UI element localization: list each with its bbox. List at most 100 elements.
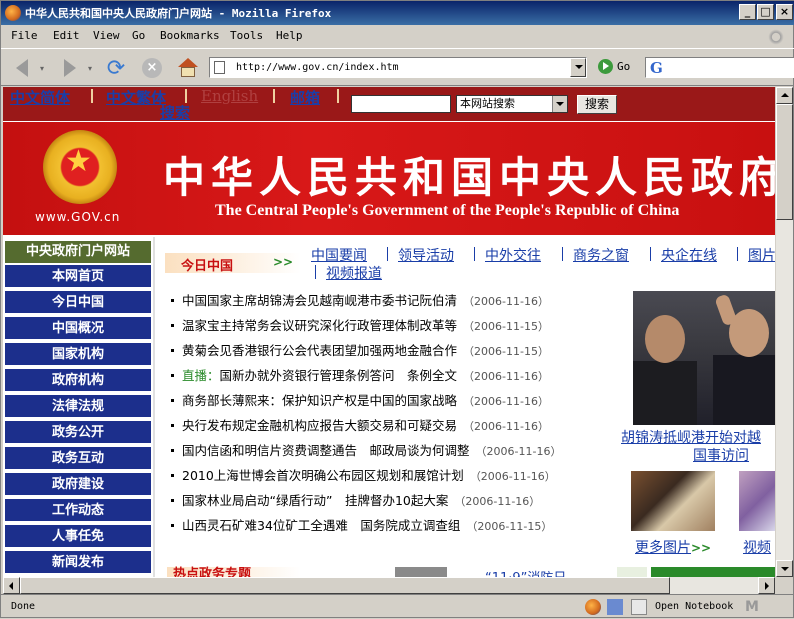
go-icon	[598, 59, 613, 74]
sidebar-item-laws[interactable]: 法律法规	[5, 395, 151, 419]
tab-separator	[315, 265, 316, 279]
maximize-button[interactable]: □	[757, 4, 774, 20]
back-history-dropdown[interactable]: ▾	[37, 55, 47, 81]
more-pictures-link[interactable]: 更多图片>>	[635, 537, 711, 557]
menu-file[interactable]: File	[11, 29, 38, 42]
scroll-left-button[interactable]	[3, 577, 20, 594]
google-icon[interactable]: G	[650, 59, 663, 77]
forward-button[interactable]	[57, 55, 83, 81]
sidebar-item-appointments[interactable]: 人事任免	[5, 525, 151, 549]
url-bar[interactable]: http://www.gov.cn/index.htm	[209, 57, 587, 78]
list-item[interactable]: 温家宝主持常务会议研究深化行政管理体制改革等 （2006-11-15）	[167, 315, 627, 339]
window-title: 中华人民共和国中央人民政府门户网站 - Mozilla Firefox	[25, 7, 332, 20]
close-button[interactable]: ×	[776, 4, 793, 20]
sidebar-item-press[interactable]: 新闻发布	[5, 551, 151, 575]
reload-button[interactable]: ⟳	[103, 55, 129, 81]
list-item[interactable]: 黄菊会见香港银行公会代表团望加强两地金融合作 （2006-11-15）	[167, 340, 627, 364]
sidebar-item-home[interactable]: 本网首页	[5, 265, 151, 289]
tab-separator	[650, 247, 651, 261]
tab-soe[interactable]: 央企在线	[661, 245, 717, 265]
link-search[interactable]: 搜索	[160, 102, 190, 123]
page-icon	[214, 61, 225, 74]
search-engine-box[interactable]: G	[645, 57, 794, 78]
link-english[interactable]: English	[201, 87, 258, 105]
extension-icon[interactable]	[607, 599, 623, 615]
scroll-right-button[interactable]	[758, 577, 775, 594]
horizontal-scrollbar[interactable]	[3, 577, 775, 594]
horizontal-scroll-thumb[interactable]	[20, 577, 670, 594]
sidebar-item-overview[interactable]: 中国概况	[5, 317, 151, 341]
tab-leaders[interactable]: 领导活动	[398, 245, 454, 265]
tab-foreign-relations[interactable]: 中外交往	[485, 245, 541, 265]
stop-button[interactable]: ×	[139, 55, 165, 81]
minimize-button[interactable]: _	[739, 4, 756, 20]
list-item[interactable]: 直播：国新办就外资银行管理条例答问 条例全文 （2006-11-16）	[167, 365, 627, 389]
search-scope-value: 本网站搜索	[460, 97, 515, 110]
news-photo[interactable]	[633, 291, 775, 425]
sidebar-title: 中央政府门户网站	[5, 241, 151, 263]
mail-icon[interactable]: M	[745, 599, 761, 615]
list-item[interactable]: 2010上海世博会首次明确公布园区规划和展馆计划 （2006-11-16）	[167, 465, 627, 489]
scroll-up-button[interactable]	[776, 87, 793, 104]
menu-help[interactable]: Help	[276, 29, 303, 42]
tab-pictures[interactable]: 图片	[748, 245, 775, 265]
navigation-toolbar: ▾ ▾ ⟳ × http://www.gov.cn/index.htm Go G	[1, 48, 794, 86]
vertical-scrollbar[interactable]	[776, 87, 793, 577]
list-item[interactable]: 国内信函和明信片资费调整通告 邮政局谈为何调整 （2006-11-16）	[167, 440, 627, 464]
url-text[interactable]: http://www.gov.cn/index.htm	[236, 62, 399, 73]
menu-bar: File Edit View Go Bookmarks Tools Help	[1, 25, 794, 47]
forward-history-dropdown[interactable]: ▾	[85, 55, 95, 81]
list-item[interactable]: 商务部长薄熙来：保护知识产权是中国的国家战略 （2006-11-16）	[167, 390, 627, 414]
open-notebook-link[interactable]: Open Notebook	[655, 601, 733, 612]
go-button[interactable]: Go	[598, 59, 630, 74]
list-item[interactable]: 央行发布规定金融机构应报告大额交易和可疑交易 （2006-11-16）	[167, 415, 627, 439]
list-item[interactable]: 国家林业局启动“绿盾行动” 挂牌督办10起大案 （2006-11-16）	[167, 490, 627, 514]
tab-separator	[474, 247, 475, 261]
menu-view[interactable]: View	[93, 29, 120, 42]
menu-go[interactable]: Go	[132, 29, 145, 42]
back-button[interactable]	[9, 55, 35, 81]
firefox-icon	[5, 5, 21, 21]
site-search-button[interactable]: 搜索	[577, 95, 617, 114]
sidebar-item-open-gov[interactable]: 政务公开	[5, 421, 151, 445]
forward-arrow-icon	[64, 59, 76, 77]
list-item[interactable]: 山西灵石矿难34位矿工全遇难 国务院成立调查组 （2006-11-15）	[167, 515, 627, 539]
tab-video[interactable]: 视频报道	[326, 263, 382, 283]
link-mailbox[interactable]: 邮箱	[290, 87, 320, 108]
link-separator	[273, 89, 275, 103]
video-link[interactable]: 视频	[743, 537, 771, 557]
link-separator	[337, 89, 339, 103]
thumbnail-photo[interactable]	[631, 471, 715, 531]
firefox-status-icon[interactable]	[585, 599, 601, 615]
link-traditional-chinese[interactable]: 中文繁体	[106, 87, 166, 108]
sidebar-item-work-news[interactable]: 工作动态	[5, 499, 151, 523]
tab-separator	[562, 247, 563, 261]
link-simplified-chinese[interactable]: 中文简体	[10, 87, 70, 108]
site-search-input[interactable]	[351, 95, 451, 113]
vertical-scroll-thumb[interactable]	[776, 104, 793, 220]
scroll-down-button[interactable]	[776, 560, 793, 577]
home-button[interactable]	[175, 55, 201, 81]
list-item[interactable]: 中国国家主席胡锦涛会见越南岘港市委书记阮伯清 （2006-11-16）	[167, 290, 627, 314]
thumbnail-video[interactable]	[739, 471, 775, 531]
sidebar-item-gov-building[interactable]: 政府建设	[5, 473, 151, 497]
notebook-icon[interactable]	[631, 599, 647, 615]
menu-edit[interactable]: Edit	[53, 29, 80, 42]
menu-tools[interactable]: Tools	[230, 29, 263, 42]
sidebar-item-today[interactable]: 今日中国	[5, 291, 151, 315]
go-label: Go	[617, 60, 631, 73]
sidebar-item-gov-organs[interactable]: 政府机构	[5, 369, 151, 393]
back-arrow-icon	[16, 59, 28, 77]
today-china-tag[interactable]: 今日中国 >>	[165, 253, 301, 274]
photo-caption-link[interactable]: 胡锦涛抵岘港开始对越	[621, 427, 761, 447]
throbber-icon	[767, 28, 785, 46]
menu-bookmarks[interactable]: Bookmarks	[160, 29, 220, 42]
tab-commerce[interactable]: 商务之窗	[573, 245, 629, 265]
photo-caption-link-line2[interactable]: 国事访问	[693, 445, 749, 465]
today-china-label: 今日中国	[181, 259, 234, 274]
search-scope-select[interactable]: 本网站搜索	[456, 95, 568, 113]
tab-china-news[interactable]: 中国要闻	[311, 245, 367, 265]
sidebar-item-interaction[interactable]: 政务互动	[5, 447, 151, 471]
url-history-dropdown[interactable]	[570, 58, 586, 77]
sidebar-item-state-organs[interactable]: 国家机构	[5, 343, 151, 367]
